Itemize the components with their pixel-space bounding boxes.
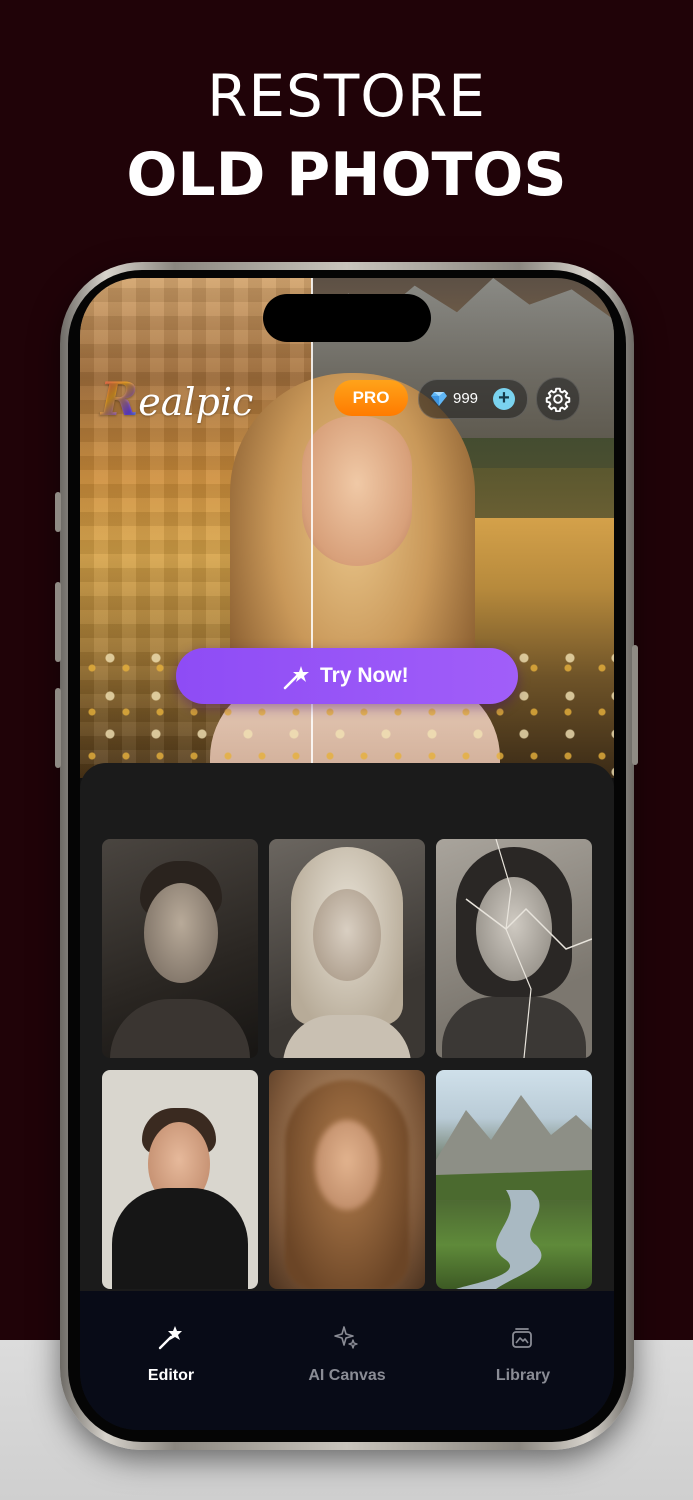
phone-power-button (632, 645, 638, 765)
face-shape (313, 889, 381, 981)
tab-editor-label: Editor (147, 1367, 195, 1384)
gallery-tile-young-man[interactable] (102, 1070, 258, 1289)
gallery-tile-man-portrait[interactable] (102, 839, 258, 1058)
gear-icon (545, 387, 571, 412)
bottom-tab-bar: Editor AI Canvas Library (80, 1291, 614, 1430)
tab-editor[interactable]: Editor (96, 1311, 246, 1391)
gallery-tile-blonde-woman[interactable] (269, 839, 425, 1058)
hero-woman-face (302, 416, 412, 566)
landscape-shapes (436, 1095, 592, 1289)
magic-wand-icon (283, 666, 309, 690)
add-gems-plus-icon[interactable]: + (493, 388, 515, 410)
promo-headline-line1: RESTORE (207, 62, 486, 130)
sparkles-icon (334, 1326, 358, 1349)
crack-lines (465, 839, 592, 1058)
dynamic-island (263, 294, 431, 342)
app-logo: Realpic (100, 372, 253, 426)
phone-volume-up (55, 582, 61, 662)
phone-volume-down (55, 688, 61, 768)
gallery-tile-cracked-photo[interactable] (436, 839, 592, 1058)
pro-badge-button[interactable]: PRO (334, 380, 408, 416)
tab-ai-canvas-label: AI Canvas (308, 1367, 386, 1384)
try-now-button[interactable]: Try Now! (176, 648, 518, 704)
phone-action-button (55, 492, 61, 532)
diamond-icon (431, 392, 447, 406)
gallery-tile-blurry-woman[interactable] (269, 1070, 425, 1289)
tab-library[interactable]: Library (448, 1311, 598, 1391)
tab-ai-canvas[interactable]: AI Canvas (272, 1311, 422, 1391)
try-now-label: Try Now! (320, 664, 409, 687)
sweater-shape (112, 1188, 248, 1289)
app-screen: Realpic PRO 999 + Try Now! Editor AI Can… (80, 278, 614, 1430)
gem-balance-pill[interactable]: 999 + (418, 379, 528, 419)
gallery-tile-landscape[interactable] (436, 1070, 592, 1289)
promo-headline-line2: OLD PHOTOS (126, 140, 567, 210)
face-shape (315, 1120, 379, 1210)
logo-rest: ealpic (138, 380, 254, 424)
magic-wand-icon (158, 1326, 182, 1350)
logo-initial: R (100, 372, 139, 426)
tab-library-label: Library (495, 1367, 551, 1384)
photo-stack-icon (512, 1328, 532, 1348)
sample-gallery-panel (80, 763, 614, 1303)
face-shape (144, 883, 218, 983)
gem-count: 999 (453, 390, 479, 407)
settings-button[interactable] (536, 377, 580, 421)
shirt-shape (110, 999, 250, 1058)
